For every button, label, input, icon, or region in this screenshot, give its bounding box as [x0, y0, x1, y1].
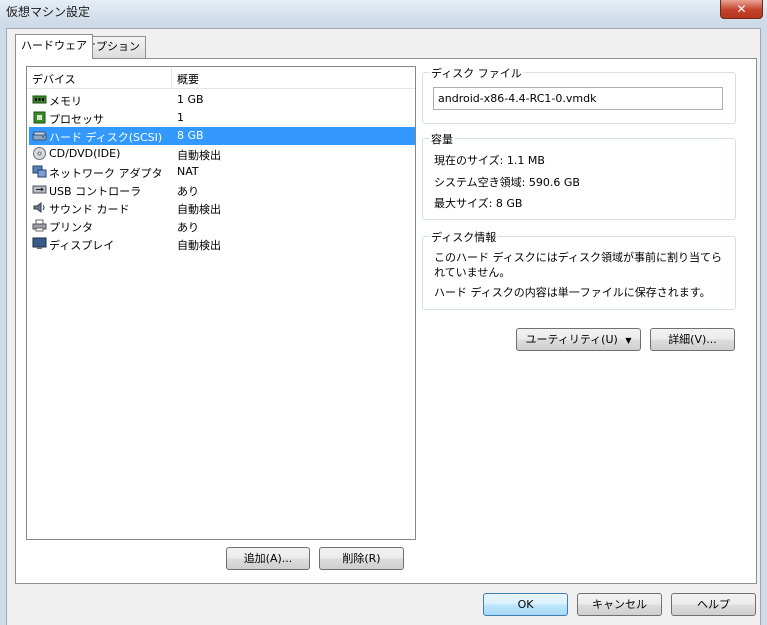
device-summary: NAT [177, 165, 199, 178]
disk-info-single-file: ハード ディスクの内容は単一ファイルに保存されます。 [434, 286, 711, 299]
current-size-value: 1.1 MB [506, 154, 545, 167]
disk-file-group: ディスク ファイル android-x86-4.4-RC1-0.vmdk [422, 65, 736, 124]
device-name: ネットワーク アダプタ [49, 167, 163, 180]
capacity-group: 容量 現在のサイズ: 1.1 MB システム空き領域: 590.6 GB 最大サ… [422, 131, 736, 220]
add-button[interactable]: 追加(A)... [226, 547, 310, 570]
device-name: サウンド カード [49, 203, 130, 216]
device-name: ハード ディスク(SCSI) [49, 131, 163, 144]
device-row[interactable]: CD/DVD(IDE) 自動検出 [29, 145, 415, 163]
column-header-device[interactable]: デバイス [32, 71, 76, 87]
title-bar: 仮想マシン設定 ✕ [0, 0, 767, 22]
column-divider[interactable] [171, 67, 172, 89]
disk-info-preallocation: このハード ディスクにはディスク領域が事前に割り当てられていません。 [434, 251, 722, 279]
utility-button[interactable]: ユーティリティ(U) ▼ [516, 328, 641, 351]
free-space-value: 590.6 GB [528, 176, 580, 189]
tab-hardware[interactable]: ハードウェア [15, 34, 93, 59]
device-list[interactable]: デバイス 概要 メモリ 1 GB プロセッサ 1 ハード ディスク(SCSI) 8 GB C… [26, 66, 416, 540]
device-row[interactable]: USB コントローラ あり [29, 181, 415, 199]
window-title: 仮想マシン設定 [6, 5, 91, 19]
display-icon [32, 237, 47, 250]
ok-button[interactable]: OK [483, 593, 568, 616]
device-row[interactable]: サウンド カード 自動検出 [29, 199, 415, 217]
device-summary: あり [177, 221, 199, 234]
free-space-row: システム空き領域: 590.6 GB [434, 174, 580, 190]
max-size-label: 最大サイズ: [434, 197, 493, 210]
device-row[interactable]: ハード ディスク(SCSI) 8 GB [29, 127, 415, 145]
disk-file-field[interactable]: android-x86-4.4-RC1-0.vmdk [433, 87, 723, 110]
capacity-group-title: 容量 [429, 131, 455, 147]
disk-info-group: ディスク情報 このハード ディスクにはディスク領域が事前に割り当てられていません… [422, 229, 736, 310]
usb-controller-icon [32, 183, 47, 196]
close-icon: ✕ [736, 2, 747, 16]
device-summary: 自動検出 [177, 149, 221, 162]
device-summary: 1 [177, 111, 184, 124]
disk-info-group-title: ディスク情報 [429, 229, 499, 245]
cancel-button[interactable]: キャンセル [577, 593, 662, 616]
network-adapter-icon [32, 165, 47, 178]
sound-card-icon [32, 201, 47, 214]
device-name: プロセッサ [49, 113, 104, 126]
device-summary: 8 GB [177, 129, 204, 142]
disk-file-group-title: ディスク ファイル [429, 65, 524, 81]
column-header-summary[interactable]: 概要 [177, 71, 199, 87]
advanced-button[interactable]: 詳細(V)... [650, 328, 735, 351]
close-button[interactable]: ✕ [720, 0, 763, 19]
device-row[interactable]: プロセッサ 1 [29, 109, 415, 127]
utility-button-label: ユーティリティ(U) [525, 333, 618, 346]
dialog-client: ハードウェア オプション デバイス 概要 メモリ 1 GB プロセッサ 1 ハード ディ… [6, 28, 761, 625]
max-size-value: 8 GB [495, 197, 523, 210]
device-name: プリンタ [49, 221, 93, 234]
device-name: USB コントローラ [49, 185, 142, 198]
max-size-row: 最大サイズ: 8 GB [434, 195, 522, 211]
processor-icon [32, 111, 47, 124]
memory-icon [32, 93, 47, 106]
device-summary: あり [177, 185, 199, 198]
remove-button[interactable]: 削除(R) [319, 547, 404, 570]
device-summary: 自動検出 [177, 203, 221, 216]
device-name: メモリ [49, 95, 82, 108]
hardware-tab-panel: デバイス 概要 メモリ 1 GB プロセッサ 1 ハード ディスク(SCSI) 8 GB C… [15, 58, 757, 584]
device-row[interactable]: ネットワーク アダプタ NAT [29, 163, 415, 181]
device-name: ディスプレイ [49, 239, 115, 252]
current-size-label: 現在のサイズ: [434, 154, 504, 167]
printer-icon [32, 219, 47, 232]
device-summary: 1 GB [177, 93, 204, 106]
hard-disk-icon [32, 129, 47, 142]
free-space-label: システム空き領域: [434, 176, 526, 189]
device-summary: 自動検出 [177, 239, 221, 252]
cd-dvd-icon [32, 147, 47, 160]
dropdown-arrow-icon: ▼ [625, 336, 632, 345]
help-button[interactable]: ヘルプ [671, 593, 756, 616]
list-header: デバイス 概要 [27, 67, 415, 89]
device-row[interactable]: プリンタ あり [29, 217, 415, 235]
current-size-row: 現在のサイズ: 1.1 MB [434, 152, 545, 168]
device-row[interactable]: ディスプレイ 自動検出 [29, 235, 415, 253]
device-row[interactable]: メモリ 1 GB [29, 91, 415, 109]
device-name: CD/DVD(IDE) [49, 147, 121, 160]
